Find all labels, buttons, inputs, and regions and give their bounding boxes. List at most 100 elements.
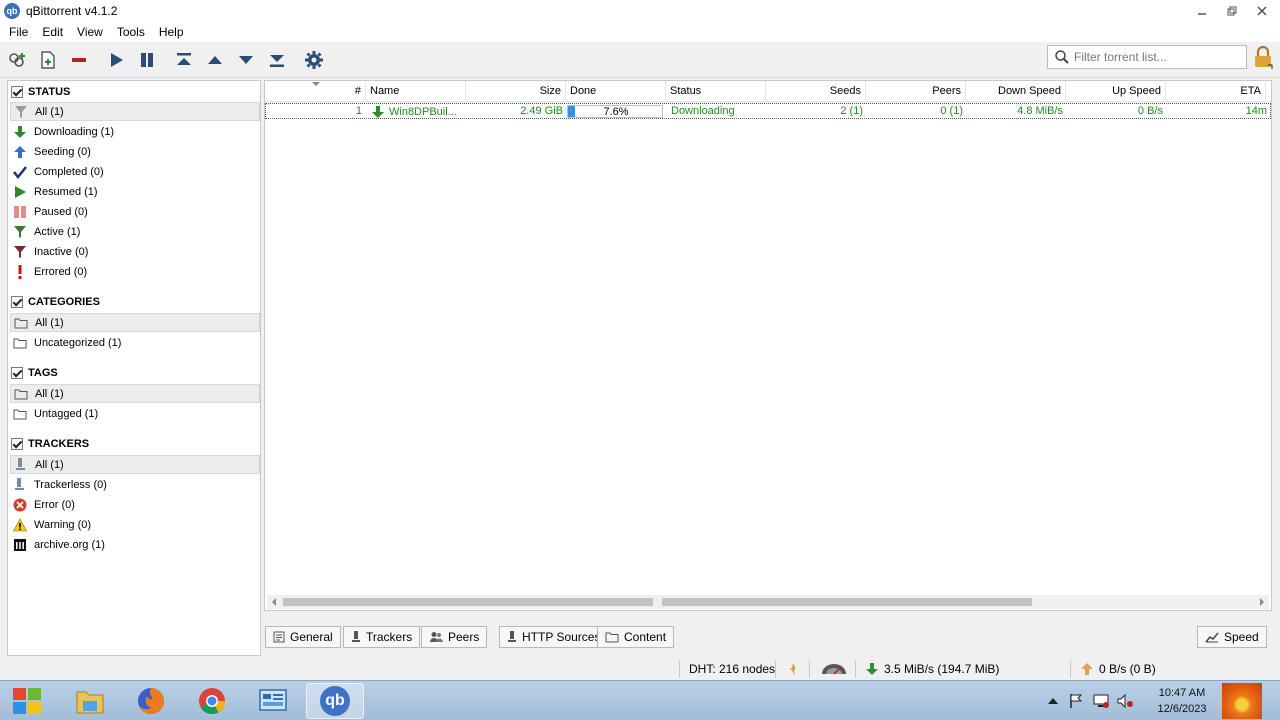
menu-edit[interactable]: Edit xyxy=(35,25,70,39)
category-all[interactable]: All (1) xyxy=(10,313,260,332)
row-name-cell: Win8DPBuil... xyxy=(367,104,467,120)
pause-button[interactable] xyxy=(135,48,159,72)
tracker-trackerless[interactable]: Trackerless (0) xyxy=(10,475,260,494)
status-all-label: All (1) xyxy=(35,105,64,118)
column-header-eta[interactable]: ETA xyxy=(1166,81,1266,102)
move-down-button[interactable] xyxy=(234,48,258,72)
column-header-status[interactable]: Status xyxy=(666,81,766,102)
tab-http-sources[interactable]: HTTP Sources xyxy=(499,626,609,648)
minimize-button[interactable] xyxy=(1188,2,1216,20)
torrent-status: Downloading xyxy=(671,105,735,117)
column-header-size[interactable]: Size xyxy=(466,81,566,102)
tab-general[interactable]: General xyxy=(265,626,341,648)
options-button[interactable] xyxy=(302,48,326,72)
scrollbar-thumb-left[interactable] xyxy=(283,598,653,606)
tab-content[interactable]: Content xyxy=(597,626,675,648)
remove-torrent-button[interactable] xyxy=(67,48,91,72)
tracker-error[interactable]: Error (0) xyxy=(10,495,260,514)
category-uncategorized[interactable]: Uncategorized (1) xyxy=(10,333,260,352)
menu-file[interactable]: File xyxy=(2,25,35,39)
tracker-archive-org[interactable]: archive.org (1) xyxy=(10,535,260,554)
resume-button[interactable] xyxy=(104,48,128,72)
taskbar-file-explorer[interactable] xyxy=(61,683,119,719)
speed-button[interactable]: Speed xyxy=(1197,626,1267,648)
peers-icon xyxy=(430,632,443,642)
categories-section-header[interactable]: CATEGORIES xyxy=(8,292,260,312)
tag-untagged[interactable]: Untagged (1) xyxy=(10,404,260,423)
upload-speed-status[interactable]: 0 B/s (0 B) xyxy=(1080,662,1156,676)
http-source-icon xyxy=(508,631,516,642)
status-section-header[interactable]: STATUS xyxy=(8,82,260,102)
filter-torrent-input[interactable] xyxy=(1074,50,1244,64)
taskbar-firefox[interactable] xyxy=(122,683,180,719)
status-inactive[interactable]: Inactive (0) xyxy=(10,242,260,261)
add-torrent-link-button[interactable] xyxy=(5,48,29,72)
menu-view[interactable]: View xyxy=(70,25,110,39)
scrollbar-thumb-right[interactable] xyxy=(662,598,1032,606)
status-errored[interactable]: Errored (0) xyxy=(10,262,260,281)
filter-red-icon xyxy=(12,244,28,260)
show-hidden-icons-icon[interactable] xyxy=(1048,697,1058,705)
column-header-name[interactable]: Name xyxy=(366,81,466,102)
menu-tools[interactable]: Tools xyxy=(110,25,152,39)
table-row[interactable]: 1 Win8DPBuil... 2.49 GiB 7.6% Downloadin… xyxy=(265,103,1271,119)
status-completed[interactable]: Completed (0) xyxy=(10,162,260,181)
status-resumed[interactable]: Resumed (1) xyxy=(10,182,260,201)
tracker-trackerless-label: Trackerless (0) xyxy=(34,478,107,491)
tab-peers[interactable]: Peers xyxy=(421,626,488,648)
tracker-warning[interactable]: Warning (0) xyxy=(10,515,260,534)
status-all[interactable]: All (1) xyxy=(10,102,260,121)
up-icon xyxy=(208,56,222,64)
download-speed-status[interactable]: 3.5 MiB/s (194.7 MiB) xyxy=(865,662,999,676)
error-icon xyxy=(12,497,28,513)
close-button[interactable] xyxy=(1248,2,1276,20)
alt-speed-toggle[interactable] xyxy=(821,662,847,676)
filter-box[interactable] xyxy=(1047,45,1247,69)
restore-button[interactable] xyxy=(1218,2,1246,20)
status-downloading[interactable]: Downloading (1) xyxy=(10,122,260,141)
lock-icon xyxy=(1255,45,1273,69)
network-icon[interactable] xyxy=(1092,693,1110,709)
speed-graph-icon xyxy=(1205,632,1219,643)
volume-muted-icon[interactable] xyxy=(1116,693,1134,709)
column-header-peers[interactable]: Peers xyxy=(866,81,966,102)
taskbar-chrome[interactable] xyxy=(183,683,241,719)
move-to-bottom-button[interactable] xyxy=(265,48,289,72)
tag-untagged-label: Untagged (1) xyxy=(34,407,99,420)
add-torrent-file-button[interactable] xyxy=(36,48,60,72)
categories-section-checkbox[interactable] xyxy=(11,296,23,308)
status-section-checkbox[interactable] xyxy=(11,86,23,98)
move-to-top-button[interactable] xyxy=(172,48,196,72)
column-header-seeds[interactable]: Seeds xyxy=(766,81,866,102)
lock-button[interactable] xyxy=(1252,45,1274,69)
column-header-done[interactable]: Done xyxy=(566,81,666,102)
start-button[interactable] xyxy=(0,683,54,719)
tag-all[interactable]: All (1) xyxy=(10,384,260,403)
connection-status-icon[interactable] xyxy=(786,662,800,676)
trackers-section-header[interactable]: TRACKERS xyxy=(8,434,260,454)
column-header-down-speed[interactable]: Down Speed xyxy=(966,81,1066,102)
show-desktop-thumbnail[interactable] xyxy=(1222,683,1262,719)
trackers-section-checkbox[interactable] xyxy=(11,438,23,450)
bottom-priority-icon xyxy=(270,55,284,67)
filter-green-icon xyxy=(12,224,28,240)
tags-section-checkbox[interactable] xyxy=(11,367,23,379)
horizontal-scrollbar[interactable] xyxy=(267,595,1269,609)
status-active[interactable]: Active (1) xyxy=(10,222,260,241)
taskbar-qbittorrent[interactable]: qb xyxy=(306,683,364,719)
column-header-up-speed[interactable]: Up Speed xyxy=(1066,81,1166,102)
upload-arrow-icon xyxy=(12,144,28,160)
tab-trackers[interactable]: Trackers xyxy=(343,626,421,648)
folder-icon xyxy=(605,632,619,643)
tags-section-header[interactable]: TAGS xyxy=(8,363,260,383)
action-center-flag-icon[interactable] xyxy=(1068,693,1084,709)
system-clock[interactable]: 10:47 AM 12/6/2023 xyxy=(1148,685,1216,717)
status-seeding[interactable]: Seeding (0) xyxy=(10,142,260,161)
move-up-button[interactable] xyxy=(203,48,227,72)
status-header-label: STATUS xyxy=(28,86,71,98)
menu-help[interactable]: Help xyxy=(152,25,191,39)
tracker-all[interactable]: All (1) xyxy=(10,455,260,474)
status-paused[interactable]: Paused (0) xyxy=(10,202,260,221)
taskbar-control-panel[interactable] xyxy=(244,683,302,719)
torrent-up-speed: 0 B/s xyxy=(1137,105,1163,117)
